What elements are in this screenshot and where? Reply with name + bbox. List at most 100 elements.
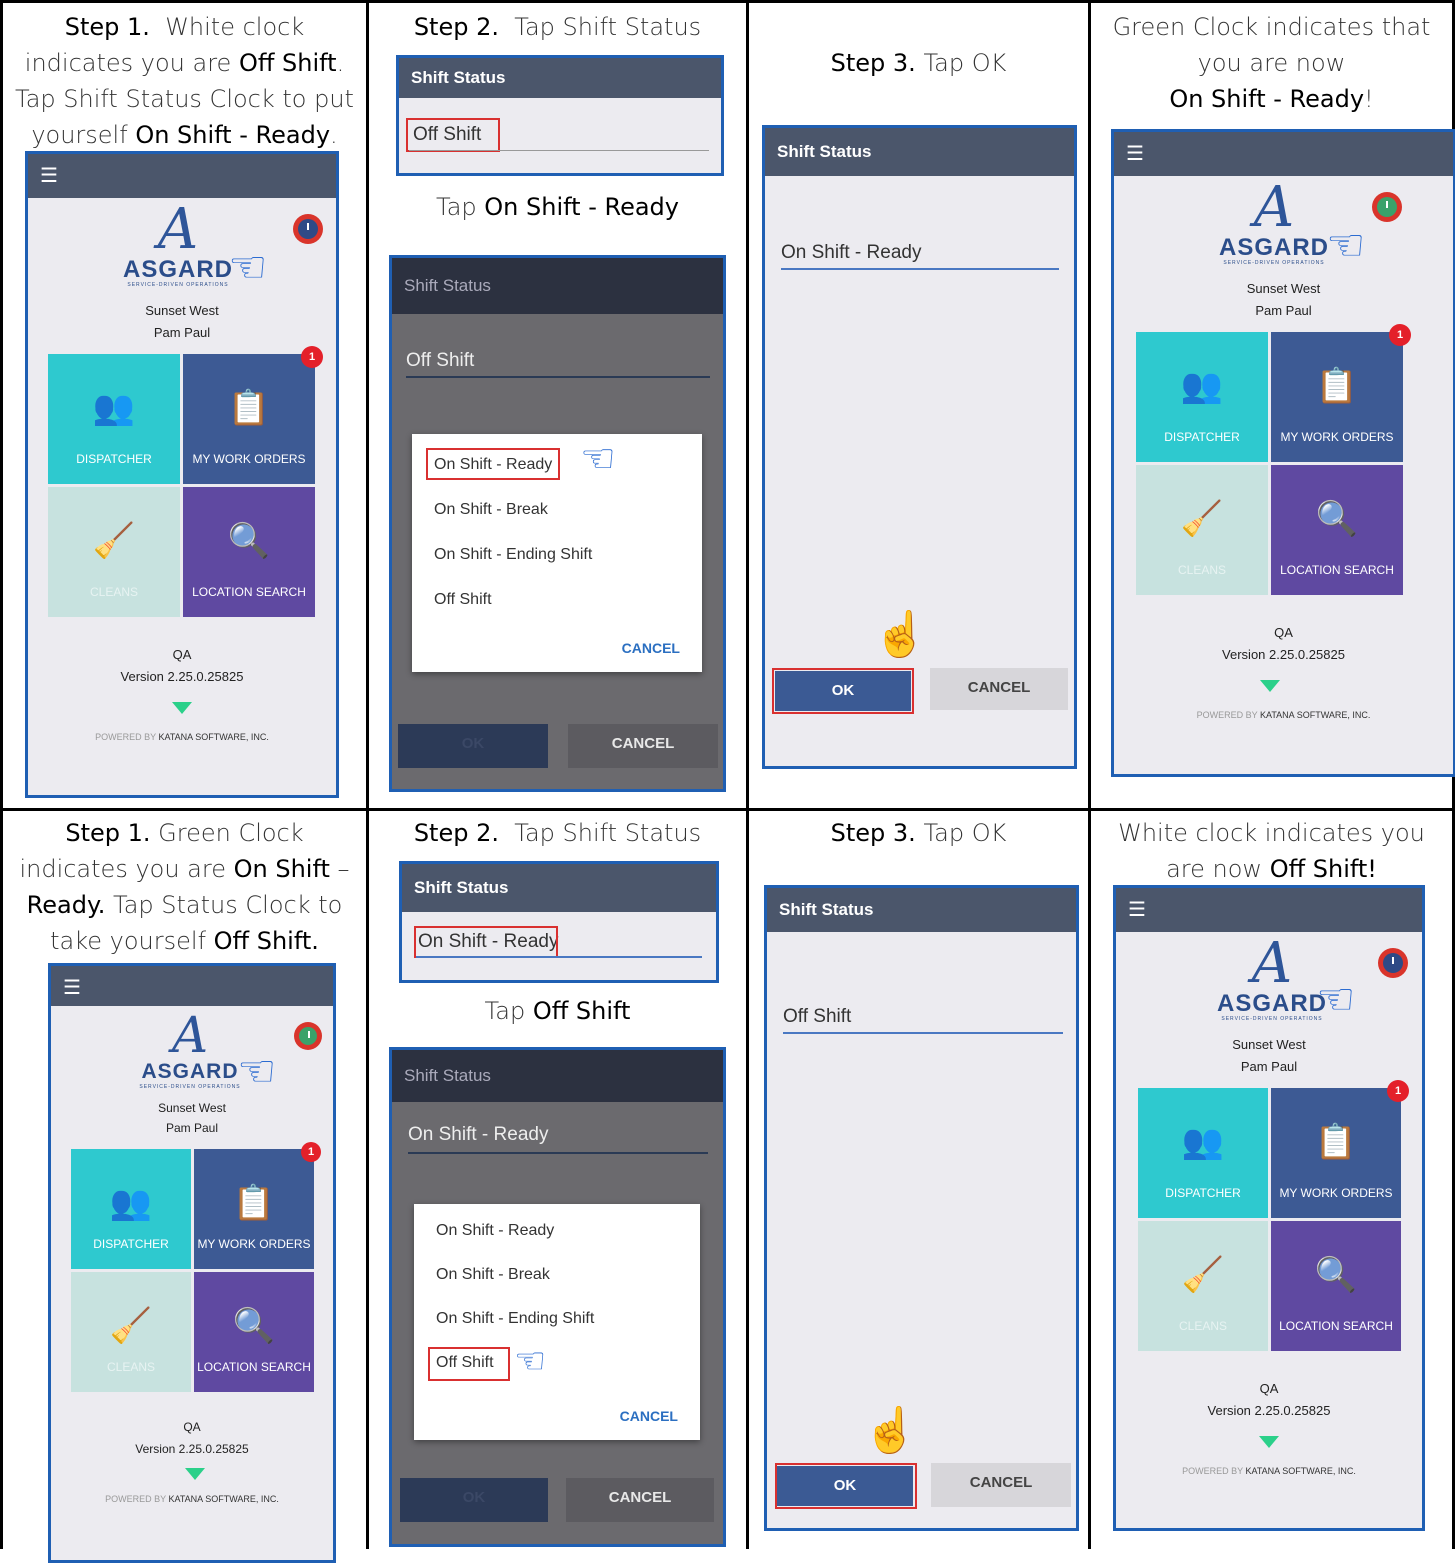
pointing-hand-icon: ☝ xyxy=(863,1406,918,1455)
work-orders-badge: 1 xyxy=(301,346,323,368)
cancel-button[interactable]: CANCEL xyxy=(566,1478,714,1522)
cancel-button[interactable]: CANCEL xyxy=(568,724,718,768)
field-underline xyxy=(783,1032,1063,1034)
shift-status-clock-icon[interactable] xyxy=(294,1022,322,1050)
broom-icon: 🧹 xyxy=(1181,1256,1225,1294)
caption-bold: Off Shift xyxy=(238,49,337,77)
hamburger-icon[interactable]: ☰ xyxy=(1126,144,1144,164)
shift-status-clock-icon[interactable] xyxy=(1378,948,1408,978)
dispatcher-tile[interactable]: 👥 DISPATCHER xyxy=(1138,1088,1268,1218)
work-orders-tile[interactable]: 📋 MY WORK ORDERS xyxy=(1271,332,1403,462)
pointing-hand-icon: ☜ xyxy=(1316,975,1356,1024)
cleans-tile[interactable]: 🧹 CLEANS xyxy=(71,1272,191,1392)
location-search-tile[interactable]: 🔍 LOCATION SEARCH xyxy=(194,1272,314,1392)
powered-by: POWERED BY KATANA SOFTWARE, INC. xyxy=(1182,1466,1356,1476)
asgard-logo: A ASGARD SERVICE-DRIVEN OPERATIONS xyxy=(122,197,233,289)
highlight-box xyxy=(426,448,560,480)
wifi-icon xyxy=(1259,1436,1279,1448)
work-orders-badge: 1 xyxy=(301,1142,321,1162)
field-underline xyxy=(781,268,1059,270)
clipboard-check-icon: 📋 xyxy=(227,389,271,427)
clipboard-check-icon: 📋 xyxy=(232,1184,276,1222)
r1-c3: Step 3. Tap OK Shift Status On Shift - R… xyxy=(749,3,1088,808)
location-search-tile[interactable]: 🔍 LOCATION SEARCH xyxy=(1271,1221,1401,1351)
caption-bold: On Shift - Ready xyxy=(135,121,331,149)
phone-home-off: ☰ A ASGARD SERVICE-DRIVEN OPERATIONS ☜ Sun… xyxy=(1113,885,1425,1531)
dialog-title: Shift Status xyxy=(399,58,721,98)
r2c2-caption: Step 2. Tap Shift Status xyxy=(413,819,702,847)
pointing-hand-icon: ☜ xyxy=(237,1047,277,1096)
wifi-icon xyxy=(1260,680,1280,692)
pointing-hand-icon: ☜ xyxy=(228,243,268,292)
people-check-icon: 👥 xyxy=(92,389,136,427)
broom-icon: 🧹 xyxy=(1180,500,1224,538)
location-search-tile[interactable]: 🔍 LOCATION SEARCH xyxy=(183,487,315,617)
menu-cancel-button[interactable]: CANCEL xyxy=(622,640,680,656)
option-on-shift-ready[interactable]: On Shift - Ready xyxy=(436,1222,554,1240)
wifi-icon xyxy=(172,702,192,714)
ok-button[interactable]: OK xyxy=(398,724,548,768)
status-picker-dialog: Shift Status On Shift - Ready On Shift -… xyxy=(389,1047,726,1547)
caption-text: Tap Shift Status Clock to put xyxy=(15,85,354,113)
dialog-title: Shift Status xyxy=(767,888,1076,932)
r1c2-tap: Tap On Shift - Ready xyxy=(436,193,679,221)
pointing-hand-icon: ☜ xyxy=(1326,221,1366,270)
app-topbar: ☰ xyxy=(1114,132,1453,176)
option-on-shift-break[interactable]: On Shift - Break xyxy=(436,1266,550,1284)
broom-icon: 🧹 xyxy=(92,522,136,560)
dialog-title: Shift Status xyxy=(765,128,1074,176)
caption-text: indicates you are xyxy=(24,49,232,77)
r1c4-caption: Green Clock indicates that you are now On … xyxy=(1112,13,1431,113)
option-on-shift-ending[interactable]: On Shift - Ending Shift xyxy=(434,546,592,564)
shift-status-clock-icon[interactable] xyxy=(293,214,323,244)
dispatcher-tile[interactable]: 👥 DISPATCHER xyxy=(1136,332,1268,462)
shift-status-value[interactable]: On Shift - Ready xyxy=(781,242,921,264)
cancel-button[interactable]: CANCEL xyxy=(930,668,1068,710)
highlight-box xyxy=(428,1347,510,1381)
work-orders-tile[interactable]: 📋 MY WORK ORDERS xyxy=(183,354,315,484)
hamburger-icon[interactable]: ☰ xyxy=(1128,900,1146,920)
step-label: Step 1. xyxy=(64,13,150,41)
powered-by: POWERED BY KATANA SOFTWARE, INC. xyxy=(95,732,269,742)
highlight-box xyxy=(414,926,558,958)
shift-status-clock-icon[interactable] xyxy=(1372,192,1402,222)
work-orders-tile[interactable]: 📋 MY WORK ORDERS xyxy=(1271,1088,1401,1218)
search-gear-icon: 🔍 xyxy=(227,522,271,560)
clipboard-check-icon: 📋 xyxy=(1315,367,1359,405)
caption-text: yourself xyxy=(31,121,128,149)
dispatcher-tile[interactable]: 👥 DISPATCHER xyxy=(48,354,180,484)
people-check-icon: 👥 xyxy=(109,1184,153,1222)
option-on-shift-break[interactable]: On Shift - Break xyxy=(434,501,548,519)
r1-c4: Green Clock indicates that you are now On … xyxy=(1091,3,1455,808)
people-check-icon: 👥 xyxy=(1180,367,1224,405)
cleans-tile[interactable]: 🧹 CLEANS xyxy=(48,487,180,617)
phone-home-on: ☰ A ASGARD SERVICE-DRIVEN OPERATIONS ☜ Sun… xyxy=(48,963,336,1563)
location-user: Sunset West Pam Paul xyxy=(1246,281,1321,318)
option-on-shift-ending[interactable]: On Shift - Ending Shift xyxy=(436,1310,594,1328)
clipboard-check-icon: 📋 xyxy=(1314,1123,1358,1161)
shift-status-value[interactable]: Off Shift xyxy=(783,1006,851,1028)
cleans-tile[interactable]: 🧹 CLEANS xyxy=(1138,1221,1268,1351)
option-off-shift[interactable]: Off Shift xyxy=(434,591,492,609)
ok-button[interactable]: OK xyxy=(400,1478,548,1522)
dialog-title: Shift Status xyxy=(392,258,723,314)
work-orders-tile[interactable]: 📋 MY WORK ORDERS xyxy=(194,1149,314,1269)
hamburger-icon[interactable]: ☰ xyxy=(63,978,81,998)
menu-cancel-button[interactable]: CANCEL xyxy=(620,1408,678,1424)
asgard-logo: A ASGARD SERVICE-DRIVEN OPERATIONS xyxy=(1218,175,1329,267)
cleans-tile[interactable]: 🧹 CLEANS xyxy=(1136,465,1268,595)
search-gear-icon: 🔍 xyxy=(1315,500,1359,538)
asgard-logo: A ASGARD SERVICE-DRIVEN OPERATIONS xyxy=(1216,931,1327,1023)
hamburger-icon[interactable]: ☰ xyxy=(40,166,58,186)
field-underline xyxy=(409,150,709,151)
dispatcher-tile[interactable]: 👥 DISPATCHER xyxy=(71,1149,191,1269)
cancel-button[interactable]: CANCEL xyxy=(931,1463,1071,1507)
shift-status-field: Shift Status Off Shift xyxy=(396,55,724,176)
wifi-icon xyxy=(185,1468,205,1480)
status-options-menu: On Shift - Ready ☜ On Shift - Break On S… xyxy=(412,434,702,672)
work-orders-badge: 1 xyxy=(1389,324,1411,346)
asgard-logo: A ASGARD SERVICE-DRIVEN OPERATIONS xyxy=(139,1006,241,1090)
env-version: QA Version 2.25.0.25825 xyxy=(120,647,244,684)
shift-status-value: On Shift - Ready xyxy=(408,1124,549,1145)
location-search-tile[interactable]: 🔍 LOCATION SEARCH xyxy=(1271,465,1403,595)
